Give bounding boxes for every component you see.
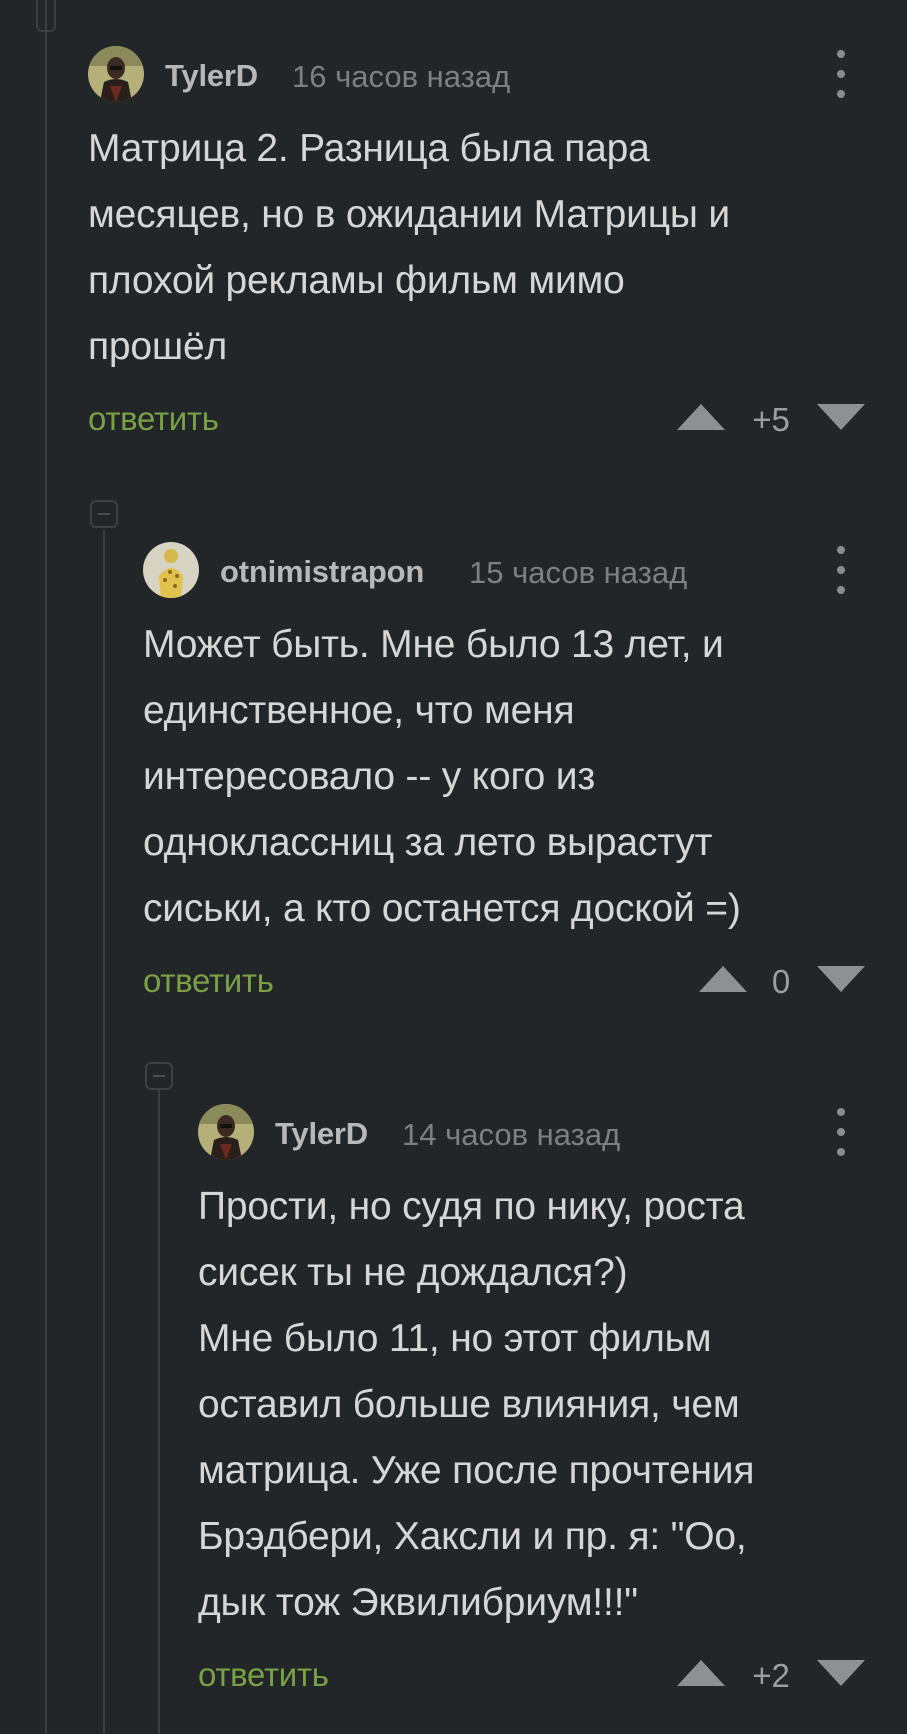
thread-line-top-stub — [36, 0, 56, 32]
avatar[interactable] — [198, 1104, 254, 1160]
comment-timestamp: 16 часов назад — [292, 59, 511, 94]
downvote-arrow-icon[interactable] — [815, 400, 867, 434]
username[interactable]: TylerD — [165, 58, 258, 94]
comment-actions: ответить +2 — [198, 1650, 907, 1698]
comment: otnimistrapon 15 часов назад Может быть.… — [143, 542, 907, 1004]
upvote-arrow-icon[interactable] — [675, 400, 727, 434]
comment: TylerD 14 часов назад Прости, но судя по… — [198, 1104, 907, 1698]
more-options-icon[interactable] — [835, 1108, 847, 1156]
vote-score: +2 — [752, 1657, 790, 1694]
comment-timestamp: 14 часов назад — [402, 1117, 621, 1152]
vote-score: +5 — [752, 401, 790, 438]
comment-timestamp: 15 часов назад — [469, 555, 688, 590]
comment-actions: ответить 0 — [143, 956, 907, 1004]
downvote-arrow-icon[interactable] — [815, 1656, 867, 1690]
downvote-arrow-icon[interactable] — [815, 962, 867, 996]
comment-text: Прости, но судя по нику, роста сисек ты … — [198, 1185, 755, 1624]
reply-link[interactable]: ответить — [143, 962, 274, 1000]
comment-header: TylerD 14 часов назад — [198, 1104, 907, 1160]
comment-actions: ответить +5 — [88, 394, 907, 442]
vote-score: 0 — [771, 963, 791, 1000]
user-avatar-yellow-figure-icon — [143, 542, 199, 598]
upvote-arrow-icon[interactable] — [697, 962, 749, 996]
thread-line-level-1 — [103, 530, 105, 1734]
avatar[interactable] — [143, 542, 199, 598]
collapse-thread-button[interactable] — [145, 1062, 173, 1090]
reply-link[interactable]: ответить — [88, 400, 219, 438]
user-avatar-dark-figure-icon — [198, 1104, 254, 1160]
upvote-arrow-icon[interactable] — [675, 1656, 727, 1690]
username[interactable]: otnimistrapon — [220, 554, 424, 590]
more-options-icon[interactable] — [835, 546, 847, 594]
user-avatar-dark-figure-icon — [88, 46, 144, 102]
comment: TylerD 16 часов назад Матрица 2. Разница… — [88, 46, 907, 442]
username[interactable]: TylerD — [275, 1116, 368, 1152]
reply-link[interactable]: ответить — [198, 1656, 329, 1694]
thread-line-level-0 — [45, 0, 47, 1734]
comment-header: otnimistrapon 15 часов назад — [143, 542, 907, 598]
comment-text: Матрица 2. Разница была пара месяцев, но… — [88, 127, 730, 368]
collapse-thread-button[interactable] — [90, 500, 118, 528]
comment-header: TylerD 16 часов назад — [88, 46, 907, 102]
thread-line-level-2 — [158, 1090, 160, 1734]
avatar[interactable] — [88, 46, 144, 102]
more-options-icon[interactable] — [835, 50, 847, 98]
comment-text: Может быть. Мне было 13 лет, и единствен… — [143, 623, 741, 930]
